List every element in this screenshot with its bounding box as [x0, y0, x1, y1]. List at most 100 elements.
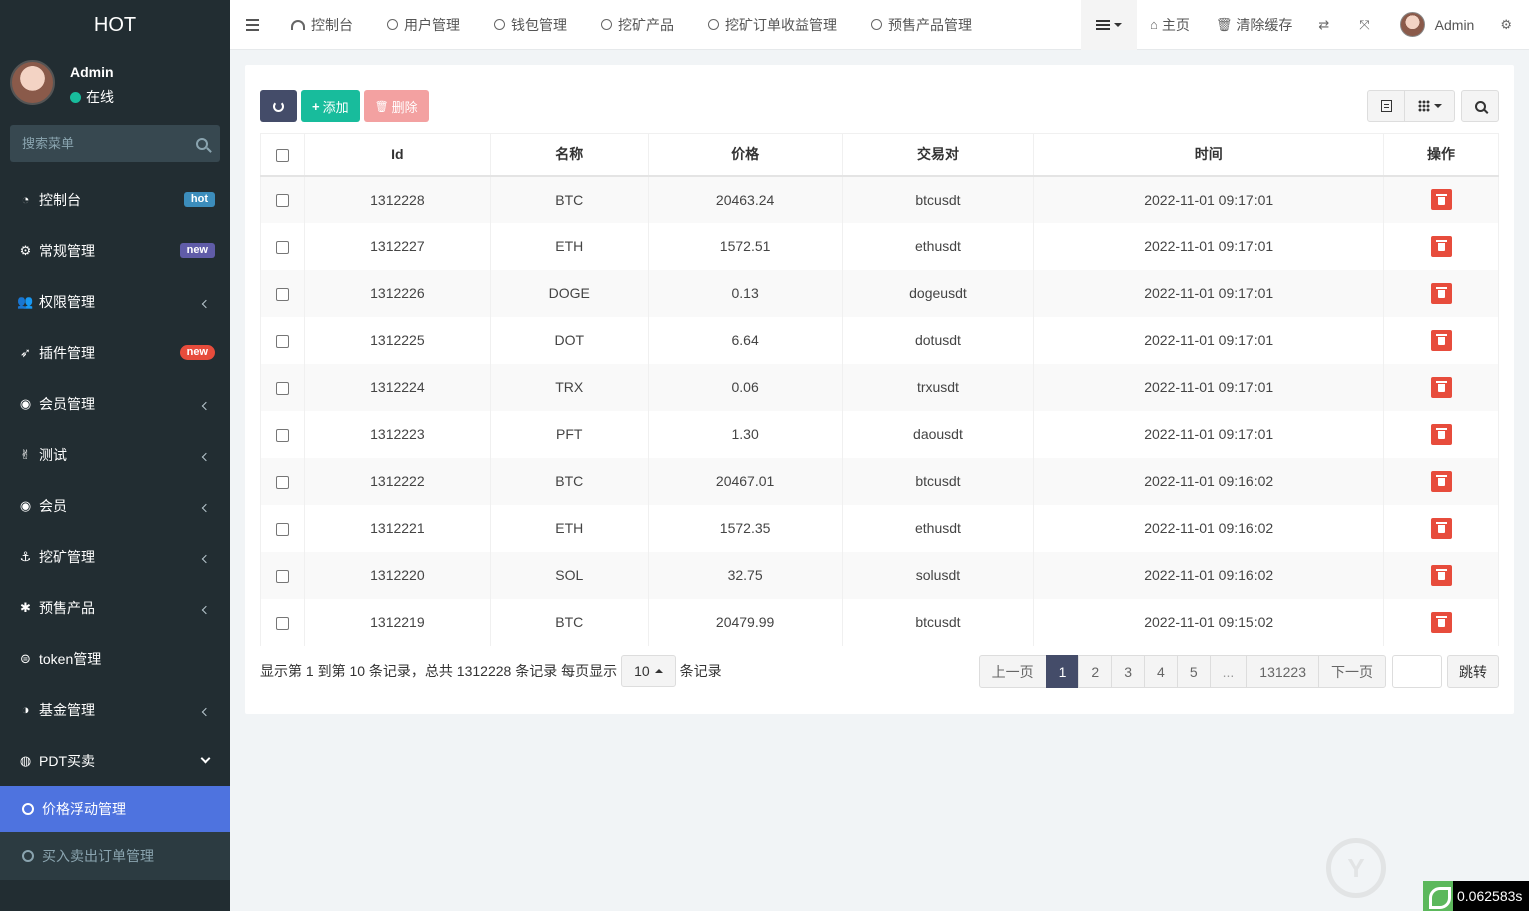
delete-label: 删除 [391, 99, 418, 115]
row-checkbox[interactable] [275, 569, 289, 583]
tab-presale-products[interactable]: 预售产品管理 [854, 0, 989, 50]
columns-dropdown-button[interactable] [1405, 90, 1455, 122]
sidebar-item-pdt[interactable]: ◍ PDT买卖 [0, 735, 230, 786]
page-5-button[interactable]: 5 [1176, 655, 1211, 688]
row-delete-button[interactable] [1430, 189, 1452, 210]
search-icon[interactable] [196, 137, 208, 150]
row-checkbox[interactable] [275, 334, 289, 348]
menu-search-input[interactable] [22, 136, 196, 151]
row-checkbox[interactable] [275, 522, 289, 536]
page-jump-button[interactable]: 跳转 [1447, 655, 1499, 688]
chevron-down-icon [200, 753, 211, 764]
row-checkbox[interactable] [275, 240, 289, 254]
page-last-button[interactable]: 131223 [1246, 655, 1319, 688]
clear-cache-button[interactable]: 🗑 清除缓存 [1203, 0, 1306, 50]
card-view-button[interactable] [1367, 90, 1405, 122]
sidebar-toggle-icon[interactable] [230, 0, 274, 50]
row-checkbox[interactable] [275, 287, 289, 301]
page-3-button[interactable]: 3 [1111, 655, 1146, 688]
sidebar-subitem-price-float[interactable]: 价格浮动管理 [0, 786, 230, 832]
page-size-dropdown[interactable]: 10 [621, 655, 676, 687]
page-jump-input[interactable] [1392, 655, 1442, 688]
column-header-time[interactable]: 时间 [1033, 133, 1385, 177]
user-status: 在线 [70, 87, 114, 107]
cell-pair: dotusdt [841, 316, 1035, 364]
add-button[interactable]: + 添加 [301, 90, 360, 122]
sidebar-item-general[interactable]: ⚙ 常规管理 new [0, 225, 230, 276]
tab-list-dropdown[interactable] [1080, 0, 1137, 50]
page-4-button[interactable]: 4 [1144, 655, 1178, 688]
column-header-id[interactable]: Id [303, 133, 491, 177]
delete-button[interactable]: 🗑 删除 [363, 90, 429, 122]
row-checkbox[interactable] [275, 616, 289, 630]
row-checkbox[interactable] [275, 475, 289, 489]
trash-icon: 🗑 [374, 100, 389, 113]
page-2-button[interactable]: 2 [1078, 655, 1113, 688]
row-checkbox[interactable] [275, 381, 289, 395]
row-delete-button[interactable] [1430, 282, 1452, 304]
column-header-name[interactable]: 名称 [489, 133, 649, 177]
sidebar-item-token[interactable]: ⊜ token管理 [0, 633, 230, 684]
caret-down-icon [1113, 22, 1122, 27]
row-delete-button[interactable] [1430, 564, 1452, 586]
tab-label: 钱包管理 [511, 16, 567, 33]
user-menu[interactable]: Admin [1387, 0, 1488, 50]
column-header-price[interactable]: 价格 [647, 133, 843, 177]
cell-time: 2022-11-01 09:16:02 [1033, 504, 1385, 552]
row-delete-button[interactable] [1430, 329, 1452, 351]
sidebar-item-member-manage[interactable]: ◉ 会员管理 [0, 378, 230, 429]
sidebar-item-test[interactable]: ✌ 测试 [0, 429, 230, 480]
tab-label: 用户管理 [404, 16, 460, 33]
circle-icon [871, 19, 882, 30]
row-delete-button[interactable] [1430, 423, 1452, 445]
settings-button[interactable]: ⚙ [1487, 0, 1529, 50]
sidebar-item-presale[interactable]: ✱ 预售产品 [0, 582, 230, 633]
column-header-pair[interactable]: 交易对 [841, 133, 1035, 177]
dashboard-icon [291, 19, 305, 30]
sidebar-subitem-orders[interactable]: 买入卖出订单管理 [0, 832, 230, 880]
cell-id: 1312223 [303, 410, 491, 458]
refresh-button[interactable] [260, 90, 297, 122]
sidebar-item-label: 挖矿管理 [39, 548, 95, 565]
fullscreen-button[interactable]: ⤧ [1346, 0, 1386, 50]
row-checkbox[interactable] [275, 428, 289, 442]
sidebar-item-auth[interactable]: 👥 权限管理 [0, 276, 230, 327]
sidebar-item-mining[interactable]: ⚓ 挖矿管理 [0, 531, 230, 582]
next-page-button[interactable]: 下一页 [1318, 655, 1386, 688]
cell-price: 20479.99 [647, 598, 843, 646]
sidebar-item-dashboard[interactable]: ◔ 控制台 hot [0, 174, 230, 225]
row-delete-button[interactable] [1430, 611, 1452, 633]
sidebar-item-addon[interactable]: ➶ 插件管理 new [0, 327, 230, 378]
row-delete-button[interactable] [1430, 517, 1452, 539]
page-1-button[interactable]: 1 [1045, 655, 1080, 688]
asterisk-icon: ✱ [20, 599, 31, 615]
cell-pair: ethusdt [841, 222, 1035, 270]
tab-dashboard[interactable]: 控制台 [274, 0, 370, 50]
tab-mining-products[interactable]: 挖矿产品 [584, 0, 691, 50]
watermark-icon: Y [1326, 838, 1386, 898]
tab-user-manage[interactable]: 用户管理 [370, 0, 477, 50]
trash-icon [1435, 193, 1447, 205]
row-delete-button[interactable] [1430, 235, 1452, 257]
cell-pair: daousdt [841, 410, 1035, 458]
cell-name: ETH [489, 222, 649, 270]
sidebar-item-member[interactable]: ◉ 会员 [0, 480, 230, 531]
tab-wallet-manage[interactable]: 钱包管理 [477, 0, 584, 50]
search-toggle-button[interactable] [1461, 90, 1499, 122]
row-delete-button[interactable] [1430, 470, 1452, 492]
sidebar-item-label: 测试 [39, 446, 67, 463]
prev-page-button[interactable]: 上一页 [978, 655, 1047, 688]
users-icon: 👥 [17, 293, 34, 309]
home-link[interactable]: ⌂ 主页 [1137, 0, 1203, 50]
language-button[interactable]: ⇄ [1305, 0, 1346, 50]
sidebar-item-fund[interactable]: ◑ 基金管理 [0, 684, 230, 735]
cell-price: 20463.24 [647, 175, 843, 223]
tab-mining-order-income[interactable]: 挖矿订单收益管理 [691, 0, 854, 50]
search-icon [1474, 100, 1486, 112]
chevron-left-icon [201, 503, 211, 512]
cell-pair: solusdt [841, 551, 1035, 599]
row-delete-button[interactable] [1430, 376, 1452, 398]
app-logo[interactable]: HOT [0, 0, 230, 50]
select-all-checkbox[interactable] [275, 149, 289, 163]
row-checkbox[interactable] [275, 194, 289, 208]
